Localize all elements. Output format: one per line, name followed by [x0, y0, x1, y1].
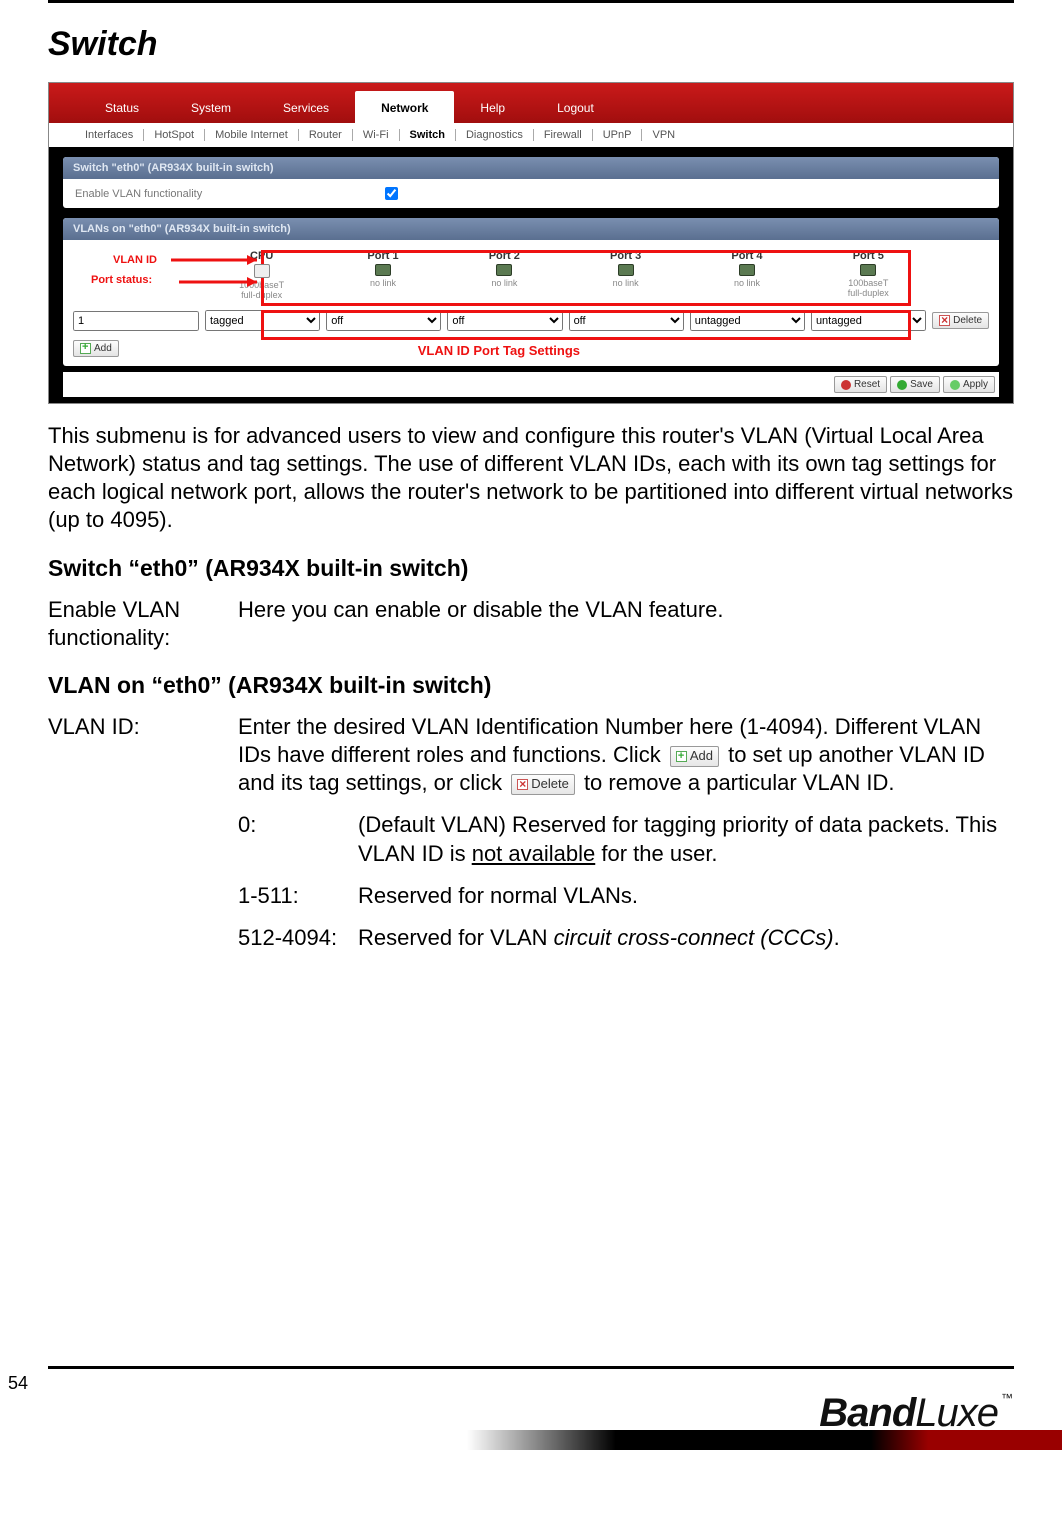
panel1-title: Switch "eth0" (AR934X built-in switch)	[63, 157, 999, 179]
reset-icon	[841, 380, 851, 390]
subtab-diagnostics[interactable]: Diagnostics	[456, 129, 534, 141]
enable-vlan-label: Enable VLAN functionality	[75, 188, 385, 200]
tab-network[interactable]: Network	[355, 91, 454, 123]
subtab-hotspot[interactable]: HotSpot	[144, 129, 205, 141]
row0-val: (Default VLAN) Reserved for tagging prio…	[358, 811, 1014, 867]
vlan-id-doc-label: VLAN ID:	[48, 713, 238, 952]
subtab-switch[interactable]: Switch	[400, 129, 456, 141]
add-icon	[80, 343, 91, 354]
subtab-wifi[interactable]: Wi-Fi	[353, 129, 400, 141]
annot-vlan-id: VLAN ID	[113, 254, 157, 266]
subtab-router[interactable]: Router	[299, 129, 353, 141]
subtab-upnp[interactable]: UPnP	[593, 129, 643, 141]
apply-button[interactable]: Apply	[943, 376, 995, 393]
subtab-vpn[interactable]: VPN	[642, 129, 685, 141]
row2-key: 512-4094:	[238, 924, 358, 952]
panel2-title: VLANs on "eth0" (AR934X built-in switch)	[63, 218, 999, 240]
save-icon	[897, 380, 907, 390]
page-footer: 54 BandLuxe™	[0, 1366, 1062, 1450]
subtab-mobile-internet[interactable]: Mobile Internet	[205, 129, 299, 141]
enable-vlan-doc-body: Here you can enable or disable the VLAN …	[238, 596, 1014, 652]
row0-key: 0:	[238, 811, 358, 867]
vlan-caption: VLAN ID Port Tag Settings	[63, 343, 939, 358]
intro-paragraph: This submenu is for advanced users to vi…	[48, 422, 1014, 535]
panel-vlans-eth0: VLANs on "eth0" (AR934X built-in switch)…	[63, 218, 999, 366]
tab-help[interactable]: Help	[454, 91, 531, 123]
section2-title: VLAN on “eth0” (AR934X built-in switch)	[48, 672, 1014, 699]
sub-tab-bar: Interfaces HotSpot Mobile Internet Route…	[49, 123, 1013, 147]
cpu-icon	[254, 264, 270, 278]
row1-val: Reserved for normal VLANs.	[358, 882, 1014, 910]
delete-button[interactable]: Delete	[932, 312, 989, 329]
inline-add-button: Add	[670, 746, 719, 767]
annot-port-status: Port status:	[91, 274, 152, 286]
delete-icon	[517, 779, 528, 790]
tab-status[interactable]: Status	[79, 91, 165, 123]
panel-switch-eth0: Switch "eth0" (AR934X built-in switch) E…	[63, 157, 999, 208]
page-heading: Switch	[48, 25, 1014, 64]
subtab-firewall[interactable]: Firewall	[534, 129, 593, 141]
section1-title: Switch “eth0” (AR934X built-in switch)	[48, 555, 1014, 582]
row1-key: 1-511:	[238, 882, 358, 910]
tab-logout[interactable]: Logout	[531, 91, 620, 123]
vlan-id-doc-body: Enter the desired VLAN Identification Nu…	[238, 713, 1014, 952]
apply-icon	[950, 380, 960, 390]
reset-button[interactable]: Reset	[834, 376, 887, 393]
row2-val: Reserved for VLAN circuit cross-connect …	[358, 924, 1014, 952]
enable-vlan-doc-label: Enable VLAN functionality:	[48, 596, 238, 652]
delete-icon	[939, 315, 950, 326]
tab-services[interactable]: Services	[257, 91, 355, 123]
tab-system[interactable]: System	[165, 91, 257, 123]
add-icon	[676, 751, 687, 762]
save-button[interactable]: Save	[890, 376, 940, 393]
main-tab-bar: Status System Services Network Help Logo…	[49, 83, 1013, 123]
inline-delete-button: Delete	[511, 774, 575, 795]
enable-vlan-checkbox[interactable]	[385, 187, 398, 200]
subtab-interfaces[interactable]: Interfaces	[75, 129, 144, 141]
router-screenshot: Status System Services Network Help Logo…	[48, 82, 1014, 404]
